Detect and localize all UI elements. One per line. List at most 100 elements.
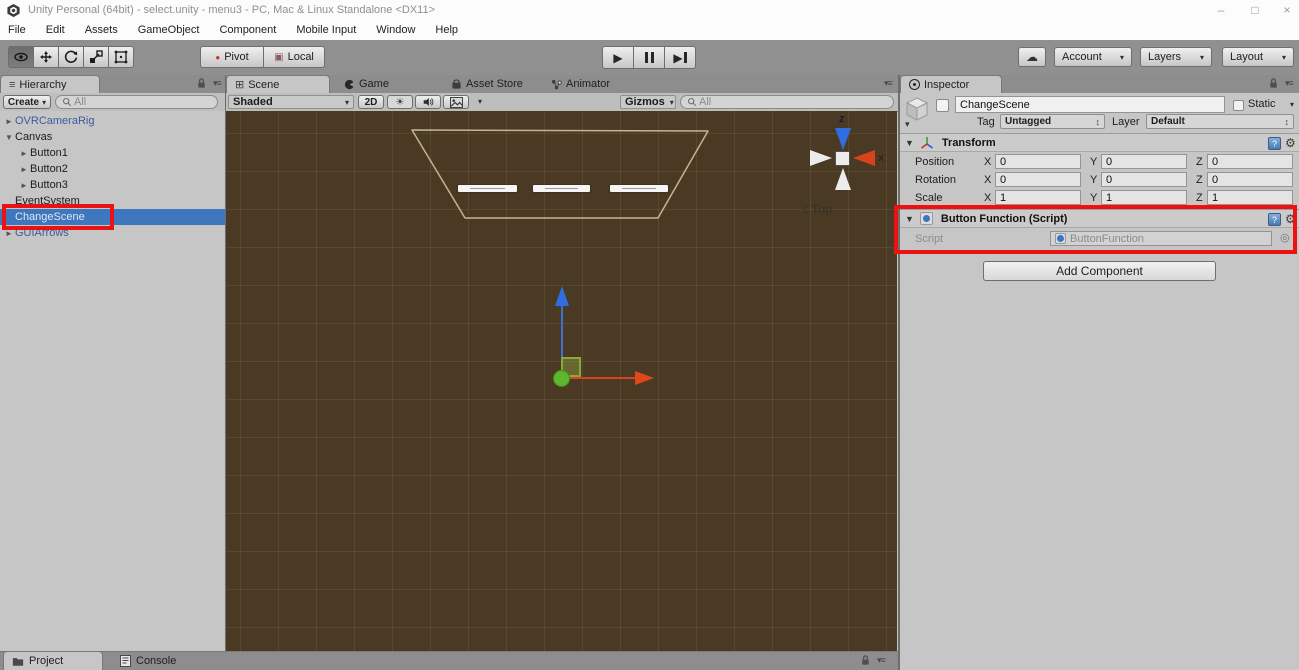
scale-x-field[interactable]: 1	[995, 190, 1081, 205]
static-checkbox[interactable]	[1233, 100, 1244, 111]
gameobject-foldout-icon[interactable]: ▾	[905, 119, 910, 130]
menu-mobile-input[interactable]: Mobile Input	[286, 21, 366, 40]
gizmo-x-arrow-icon[interactable]	[635, 371, 654, 385]
rect-tool-button[interactable]	[108, 46, 134, 68]
panel-menu-icon[interactable]: ▾≡	[877, 655, 886, 666]
tab-console[interactable]: Console	[112, 651, 184, 670]
menu-assets[interactable]: Assets	[75, 21, 128, 40]
tab-game[interactable]: Game	[336, 75, 397, 93]
play-button[interactable]: ▶	[602, 46, 634, 69]
scene-button-1[interactable]	[458, 185, 517, 192]
audio-toggle-button[interactable]	[415, 95, 441, 109]
lock-icon[interactable]	[860, 654, 871, 667]
tag-dropdown[interactable]: Untagged ↕	[1000, 114, 1105, 129]
menu-gameobject[interactable]: GameObject	[128, 21, 210, 40]
scale-tool-button[interactable]	[83, 46, 109, 68]
tab-inspector[interactable]: Inspector	[900, 75, 1002, 93]
layers-dropdown[interactable]: Layers ▾	[1140, 47, 1212, 67]
lock-icon[interactable]	[196, 77, 207, 90]
rotation-z-field[interactable]: 0	[1207, 172, 1293, 187]
maximize-button[interactable]: □	[1240, 0, 1270, 20]
transform-header[interactable]: ▼ Transform ? ⚙	[900, 133, 1299, 152]
hierarchy-item-button2[interactable]: ► Button2	[0, 161, 225, 177]
rotate-tool-button[interactable]	[58, 46, 84, 68]
effects-toggle-button[interactable]	[443, 95, 469, 109]
active-checkbox[interactable]	[936, 99, 949, 112]
foldout-icon[interactable]: ►	[20, 181, 30, 190]
gear-icon[interactable]: ⚙	[1285, 212, 1296, 226]
shaded-dropdown[interactable]: Shaded ▾	[228, 95, 354, 109]
effects-caret-icon[interactable]: ▾	[478, 97, 482, 106]
add-component-button[interactable]: Add Component	[983, 261, 1216, 281]
gear-icon[interactable]: ⚙	[1285, 136, 1296, 150]
minimize-button[interactable]: –	[1206, 0, 1236, 20]
layout-dropdown[interactable]: Layout ▾	[1222, 47, 1294, 67]
cloud-button[interactable]: ☁	[1018, 47, 1046, 67]
2d-toggle-button[interactable]: 2D	[358, 95, 384, 109]
panel-menu-icon[interactable]: ▾≡	[213, 78, 222, 89]
hierarchy-item-button3[interactable]: ► Button3	[0, 177, 225, 193]
scale-y-field[interactable]: 1	[1101, 190, 1187, 205]
lighting-toggle-button[interactable]: ☀	[387, 95, 413, 109]
z-axis-cone[interactable]	[835, 128, 851, 150]
hierarchy-item-eventsystem[interactable]: EventSystem	[0, 193, 225, 209]
layer-dropdown[interactable]: Default ↕	[1146, 114, 1294, 129]
gizmos-dropdown[interactable]: Gizmos ▾	[620, 95, 676, 109]
hierarchy-search-input[interactable]: All	[55, 95, 218, 109]
scene-viewport[interactable]: z x ≤ Top	[226, 111, 897, 652]
tab-animator[interactable]: Animator	[543, 75, 618, 93]
gizmo-origin-dot[interactable]	[553, 370, 570, 387]
west-axis-cone[interactable]	[810, 150, 832, 166]
help-icon[interactable]: ?	[1268, 137, 1281, 150]
scale-z-field[interactable]: 1	[1207, 190, 1293, 205]
view-angle-label[interactable]: Top	[812, 202, 833, 216]
foldout-icon[interactable]: ▼	[5, 133, 15, 142]
position-y-field[interactable]: 0	[1101, 154, 1187, 169]
close-button[interactable]: ×	[1272, 0, 1299, 20]
hierarchy-item-canvas[interactable]: ▼ Canvas	[0, 129, 225, 145]
pivot-toggle-button[interactable]: ● Pivot	[200, 46, 264, 68]
foldout-icon[interactable]: ►	[20, 165, 30, 174]
rotation-x-field[interactable]: 0	[995, 172, 1081, 187]
gizmo-center-cube[interactable]	[835, 151, 850, 166]
help-icon[interactable]: ?	[1268, 213, 1281, 226]
tab-hierarchy[interactable]: ≡ Hierarchy	[0, 75, 100, 93]
pause-button[interactable]	[633, 46, 665, 69]
move-tool-button[interactable]	[33, 46, 59, 68]
menu-window[interactable]: Window	[366, 21, 425, 40]
tab-project[interactable]: Project	[3, 651, 103, 670]
step-button[interactable]: ▶	[664, 46, 696, 69]
menu-edit[interactable]: Edit	[36, 21, 75, 40]
local-toggle-button[interactable]: ▣ Local	[263, 46, 325, 68]
hierarchy-item-button1[interactable]: ► Button1	[0, 145, 225, 161]
south-axis-cone[interactable]	[835, 168, 851, 190]
hierarchy-item-changescene[interactable]: ChangeScene	[0, 209, 225, 225]
object-picker-icon[interactable]: ◎	[1280, 231, 1290, 244]
hand-tool-button[interactable]	[8, 46, 34, 68]
foldout-icon[interactable]: ►	[5, 117, 15, 126]
menu-file[interactable]: File	[0, 21, 36, 40]
gameobject-name-field[interactable]: ChangeScene	[955, 96, 1225, 113]
foldout-icon[interactable]: ▼	[905, 138, 914, 148]
rotation-y-field[interactable]: 0	[1101, 172, 1187, 187]
panel-menu-icon[interactable]: ▾≡	[1285, 78, 1294, 89]
script-object-field[interactable]: ButtonFunction	[1050, 231, 1272, 246]
account-dropdown[interactable]: Account ▾	[1054, 47, 1132, 67]
script-component-header[interactable]: ▼ Button Function (Script) ? ⚙	[900, 209, 1299, 228]
menu-component[interactable]: Component	[209, 21, 286, 40]
foldout-icon[interactable]: ▼	[905, 214, 914, 224]
foldout-icon[interactable]: ►	[5, 229, 15, 238]
hierarchy-item-guiarrows[interactable]: ► GUIArrows	[0, 225, 225, 241]
position-z-field[interactable]: 0	[1207, 154, 1293, 169]
foldout-icon[interactable]: ►	[20, 149, 30, 158]
scene-search-input[interactable]: All	[680, 95, 894, 109]
position-x-field[interactable]: 0	[995, 154, 1081, 169]
static-caret-icon[interactable]: ▾	[1290, 100, 1294, 109]
scene-button-2[interactable]	[533, 185, 590, 192]
lock-icon[interactable]	[1268, 77, 1279, 90]
gizmo-y-arrow-icon[interactable]	[555, 286, 569, 306]
menu-help[interactable]: Help	[425, 21, 468, 40]
tab-scene[interactable]: ⊞ Scene	[226, 75, 330, 93]
x-axis-cone[interactable]	[853, 150, 875, 166]
scene-button-3[interactable]	[610, 185, 668, 192]
